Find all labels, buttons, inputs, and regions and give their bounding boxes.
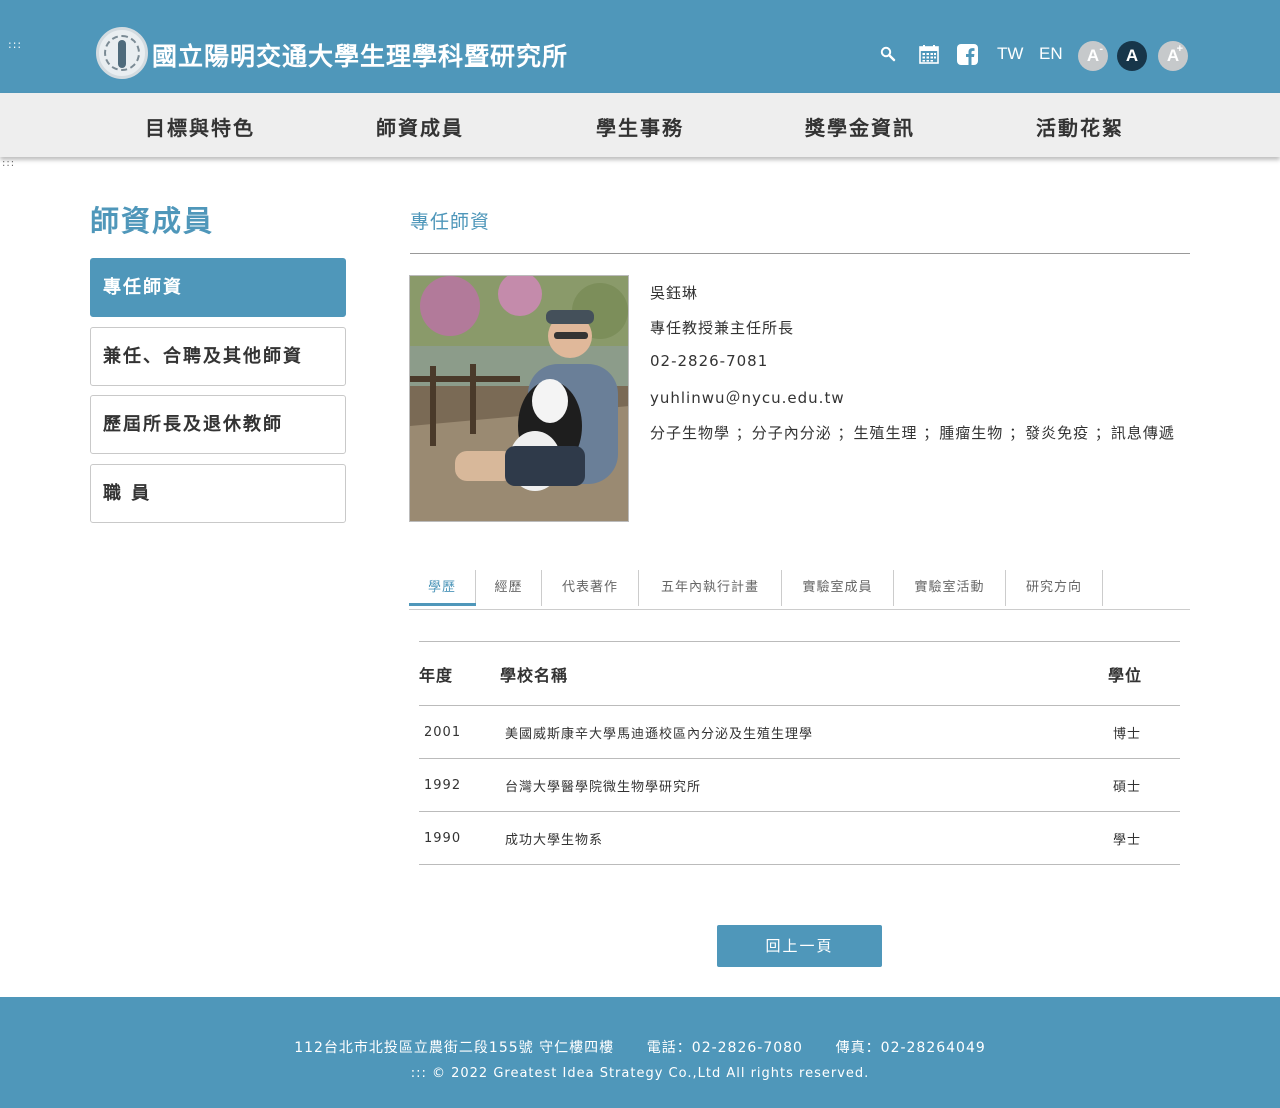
accesskey-top[interactable]: :::	[8, 38, 22, 51]
faculty-research: 分子生物學 ；分子內分泌 ；生殖生理 ；腫瘤生物 ；發炎免疫 ；訊息傳遞	[650, 424, 1175, 442]
tab-publications[interactable]: 代表著作	[542, 570, 639, 606]
font-large-mark: +	[1176, 43, 1183, 55]
table-row: 1992 台灣大學醫學院微生物學研究所 碩士	[419, 758, 1180, 812]
footer-copyright: ::: © 2022 Greatest Idea Strategy Co.,Lt…	[410, 1066, 870, 1081]
lang-en-link[interactable]: EN	[1039, 44, 1063, 64]
table-row: 1990 成功大學生物系 學士	[419, 811, 1180, 865]
tab-projects[interactable]: 五年內執行計畫	[639, 570, 782, 606]
font-small-mark: -	[1099, 43, 1103, 55]
back-button[interactable]: 回上一頁	[717, 925, 882, 967]
nav-item-goals[interactable]: 目標與特色	[90, 112, 310, 141]
calendar-icon[interactable]	[919, 44, 939, 64]
cell-year: 1992	[419, 758, 500, 812]
site-header: ::: 國立陽明交通大學生理學科暨研究所 TW EN A- A A +	[0, 0, 1280, 93]
font-small-label: A	[1086, 46, 1100, 65]
faculty-name: 吳鈺琳	[650, 284, 699, 302]
column-header-school: 學校名稱	[500, 641, 1108, 706]
nav-item-scholarship[interactable]: 獎學金資訊	[750, 112, 970, 141]
faculty-position: 專任教授兼主任所長	[650, 319, 795, 337]
sidebar-item-former-directors[interactable]: 歷屆所長及退休教師	[90, 395, 346, 454]
accesskey-center[interactable]: :::	[2, 158, 15, 169]
cell-school: 台灣大學醫學院微生物學研究所	[500, 758, 1108, 812]
logo-figure	[118, 40, 126, 68]
nav-item-students[interactable]: 學生事務	[530, 112, 750, 141]
faculty-photo	[409, 275, 629, 522]
table-row: 2001 美國威斯康辛大學馬迪遜校區內分泌及生殖生理學 博士	[419, 705, 1180, 759]
sidebar-item-staff[interactable]: 職 員	[90, 464, 346, 523]
tab-research-direction[interactable]: 研究方向	[1006, 570, 1103, 606]
profile-tabs: 學歷 經歷 代表著作 五年內執行計畫 實驗室成員 實驗室活動 研究方向	[409, 570, 1190, 610]
cell-year: 1990	[419, 811, 500, 865]
nav-item-faculty[interactable]: 師資成員	[310, 112, 530, 141]
facebook-icon[interactable]	[957, 44, 978, 65]
nav-item-activities[interactable]: 活動花絮	[970, 112, 1190, 141]
main-nav: 目標與特色 師資成員 學生事務 獎學金資訊 活動花絮	[0, 93, 1280, 157]
faculty-phone: 02-2826-7081	[650, 352, 769, 370]
sidebar-item-fulltime[interactable]: 專任師資	[90, 258, 346, 317]
search-icon[interactable]	[880, 46, 896, 62]
tab-education[interactable]: 學歷	[409, 570, 475, 606]
font-mid-label: A	[1125, 46, 1139, 65]
faculty-email[interactable]: yuhlinwu＠nycu.edu.tw	[650, 387, 845, 408]
table-header-row: 年度 學校名稱 學位	[419, 641, 1180, 706]
font-size-small-button[interactable]: A-	[1078, 41, 1108, 71]
site-title[interactable]: 國立陽明交通大學生理學科暨研究所	[152, 37, 568, 73]
lang-tw-link[interactable]: TW	[997, 44, 1023, 64]
font-size-medium-button[interactable]: A	[1117, 41, 1147, 71]
active-tab-indicator	[409, 603, 476, 606]
cell-school: 成功大學生物系	[500, 811, 1108, 865]
cell-degree: 博士	[1108, 705, 1180, 759]
university-logo[interactable]	[96, 27, 148, 79]
tab-lab-members[interactable]: 實驗室成員	[782, 570, 894, 606]
sidebar-item-adjunct[interactable]: 兼任、合聘及其他師資	[90, 327, 346, 386]
section-divider	[410, 253, 1190, 254]
column-header-degree: 學位	[1108, 641, 1180, 706]
footer-contact: 112台北市北投區立農街二段155號 守仁樓四樓 電話：02-2826-7080…	[294, 1040, 986, 1056]
column-header-year: 年度	[419, 641, 500, 706]
sidebar-title: 師資成員	[90, 204, 215, 238]
cell-degree: 學士	[1108, 811, 1180, 865]
education-table: 年度 學校名稱 學位 2001 美國威斯康辛大學馬迪遜校區內分泌及生殖生理學 博…	[419, 641, 1180, 865]
cell-school: 美國威斯康辛大學馬迪遜校區內分泌及生殖生理學	[500, 705, 1108, 759]
cell-year: 2001	[419, 705, 500, 759]
font-size-large-button[interactable]: A +	[1158, 41, 1188, 71]
cell-degree: 碩士	[1108, 758, 1180, 812]
site-footer: 112台北市北投區立農街二段155號 守仁樓四樓 電話：02-2826-7080…	[0, 997, 1280, 1108]
section-title: 專任師資	[410, 211, 491, 233]
tab-lab-activities[interactable]: 實驗室活動	[894, 570, 1006, 606]
tab-experience[interactable]: 經歷	[475, 570, 542, 606]
